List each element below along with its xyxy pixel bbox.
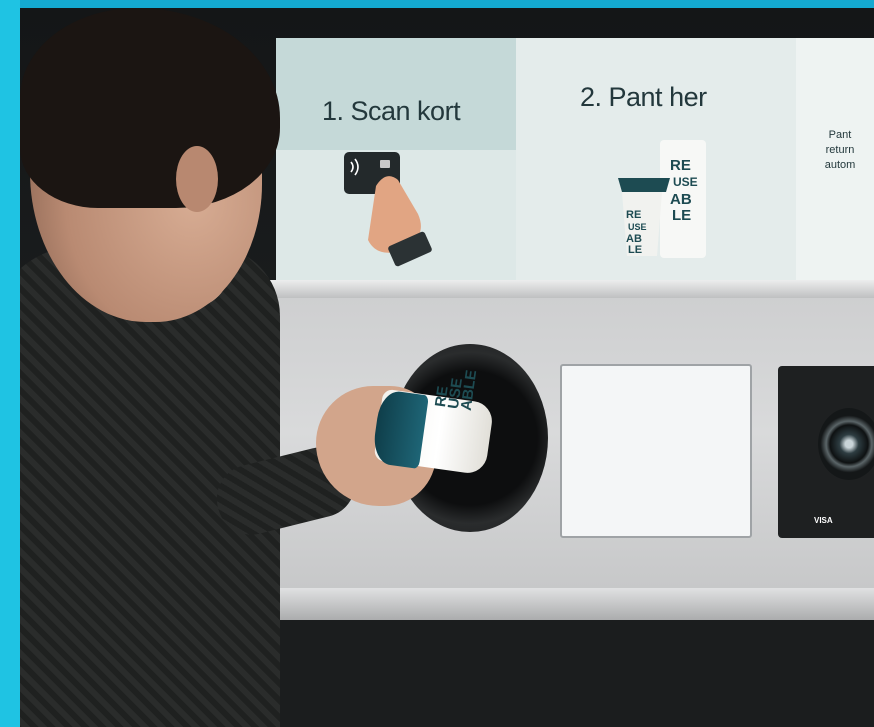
step-1-title: 1. Scan kort — [322, 96, 461, 126]
svg-text:LE: LE — [672, 207, 691, 224]
step-3-text: Pant return autom — [824, 129, 856, 171]
person-hair — [20, 8, 280, 208]
svg-text:RE: RE — [670, 157, 691, 174]
cups-illustration: RE USE AB LE RE USE AB LE — [618, 140, 706, 258]
svg-text:USE: USE — [628, 222, 647, 232]
card-brand-logos: VISA — [814, 516, 833, 525]
photo-scene: 1. Scan kort 2. Pant her Pant return aut… — [0, 0, 874, 727]
machine-upper-ledge — [268, 280, 874, 298]
cup-logo-text: RE USE ABLE — [432, 368, 481, 412]
step-2-title: 2. Pant her — [580, 82, 707, 112]
machine-base — [268, 620, 874, 727]
left-frame-bar — [0, 0, 20, 727]
svg-text:RE: RE — [626, 209, 641, 221]
card-reader-icon[interactable] — [818, 408, 874, 480]
photo: 1. Scan kort 2. Pant her Pant return aut… — [20, 8, 874, 727]
svg-text:LE: LE — [628, 244, 642, 256]
person-ear — [176, 146, 218, 212]
machine-touchscreen[interactable] — [560, 364, 752, 538]
instruction-sign: 1. Scan kort 2. Pant her Pant return aut… — [276, 38, 874, 288]
card-scan-illustration — [344, 152, 432, 267]
svg-text:USE: USE — [673, 175, 698, 189]
machine-lower-ledge — [268, 588, 874, 622]
svg-text:AB: AB — [670, 191, 692, 208]
top-frame-bar — [0, 0, 874, 8]
